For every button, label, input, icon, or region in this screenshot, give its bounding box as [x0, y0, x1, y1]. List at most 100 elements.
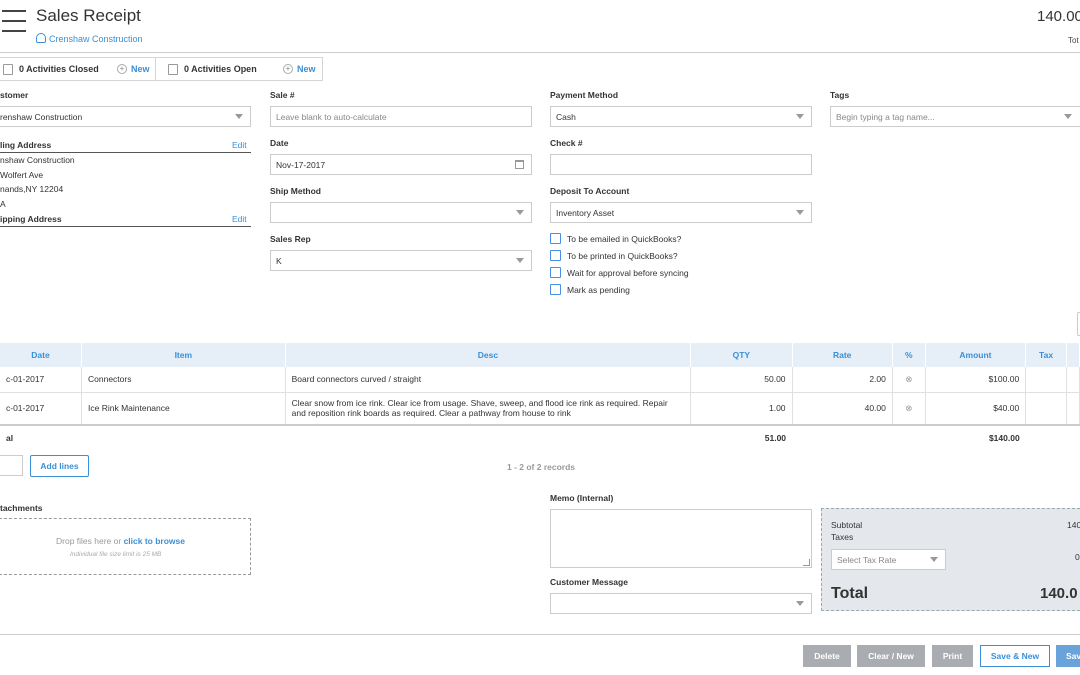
sale-number-label: Sale # [270, 90, 295, 100]
menu-icon[interactable] [2, 10, 26, 38]
customer-label: stomer [0, 90, 29, 100]
chevron-down-icon [796, 114, 804, 119]
cell-amount[interactable]: $40.00 [924, 392, 1027, 426]
col-date-header[interactable]: Date [0, 343, 82, 367]
cell-rate[interactable]: 2.00 [791, 367, 893, 393]
col-desc-header[interactable]: Desc [285, 343, 692, 367]
col-rate-header[interactable]: Rate [792, 343, 893, 367]
tax-rate-select[interactable]: Select Tax Rate [831, 549, 946, 570]
save-new-button[interactable]: Save & New [980, 645, 1050, 667]
checkbox-icon[interactable] [550, 233, 561, 244]
col-tax-header[interactable]: Tax [1025, 343, 1067, 367]
print-button[interactable]: Print [932, 645, 973, 667]
cell-date[interactable]: c-01-2017 [0, 392, 82, 426]
table-row[interactable]: c-01-2017 Ice Rink Maintenance Clear sno… [0, 392, 1080, 426]
header-divider [0, 52, 1080, 53]
browse-link[interactable]: click to browse [124, 536, 185, 546]
cell-item[interactable]: Connectors [81, 367, 286, 393]
checkbox-icon[interactable] [550, 267, 561, 278]
activities-closed-new-link[interactable]: + New [117, 58, 150, 80]
payment-method-select[interactable]: Cash [550, 106, 812, 127]
emailed-checkbox[interactable]: To be emailed in QuickBooks? [550, 231, 689, 246]
mark-pending-checkbox[interactable]: Mark as pending [550, 282, 689, 297]
printed-checkbox[interactable]: To be printed in QuickBooks? [550, 248, 689, 263]
cell-tax[interactable] [1025, 367, 1067, 393]
add-lines-button[interactable]: Add lines [30, 455, 89, 477]
header-total-amount: 140.00 [1037, 8, 1080, 25]
activities-open-label: 0 Activities Open [184, 64, 257, 74]
user-icon [36, 33, 46, 43]
summary-total-value: 140.0 [1040, 585, 1078, 602]
memo-textarea[interactable] [550, 509, 812, 568]
checkbox-icon[interactable] [550, 250, 561, 261]
page-title: Sales Receipt [36, 6, 141, 25]
checkbox-icon[interactable] [550, 284, 561, 295]
check-number-label: Check # [550, 138, 583, 148]
cell-desc[interactable]: Clear snow from ice rink. Clear ice from… [284, 392, 692, 426]
cell-qty[interactable]: 50.00 [690, 367, 793, 393]
document-icon [3, 63, 13, 75]
save-button[interactable]: Sav [1056, 645, 1080, 667]
wait-approval-checkbox[interactable]: Wait for approval before syncing [550, 265, 689, 280]
payment-method-label: Payment Method [550, 90, 619, 100]
deposit-account-select[interactable]: Inventory Asset [550, 202, 812, 223]
discount-toggle-icon[interactable]: ⊗ [891, 367, 926, 393]
activities-open-tab[interactable]: 0 Activities Open + New [155, 57, 323, 81]
total-amount: $140.00 [988, 433, 1020, 443]
customer-link[interactable]: Crenshaw Construction [36, 33, 143, 44]
chevron-down-icon [516, 210, 524, 215]
cell-qty[interactable]: 1.00 [690, 392, 793, 426]
table-row[interactable]: c-01-2017 Connectors Board connectors cu… [0, 367, 1080, 393]
sales-rep-label: Sales Rep [270, 234, 311, 244]
cell-tax[interactable] [1025, 392, 1067, 426]
calendar-icon[interactable] [515, 160, 524, 169]
billing-address: nshaw Construction Wolfert Ave nands,NY … [0, 155, 75, 209]
customer-select[interactable]: renshaw Construction [0, 106, 251, 127]
sale-number-input[interactable]: Leave blank to auto-calculate [270, 106, 532, 127]
chevron-down-icon [1064, 114, 1072, 119]
clear-new-button[interactable]: Clear / New [857, 645, 925, 667]
table-header-row: Date Item Desc QTY Rate % Amount Tax [0, 343, 1080, 367]
chevron-down-icon [516, 258, 524, 263]
ship-method-label: Ship Method [270, 186, 321, 196]
col-percent-header[interactable]: % [892, 343, 926, 367]
customer-message-select[interactable] [550, 593, 812, 614]
total-qty: 51.00 [764, 433, 787, 443]
cell-rate[interactable]: 40.00 [791, 392, 893, 426]
check-number-input[interactable] [550, 154, 812, 175]
tags-input[interactable]: Begin typing a tag name... [830, 106, 1080, 127]
sales-rep-select[interactable]: K [270, 250, 532, 271]
total-row-label: al [6, 433, 14, 443]
summary-total-label: Total [831, 585, 869, 602]
col-extra-header [1066, 343, 1080, 367]
billing-edit-link[interactable]: Edit [232, 140, 247, 150]
activities-open-new-link[interactable]: + New [283, 58, 316, 80]
attachments-dropzone[interactable]: Drop files here or click to browse Indiv… [0, 518, 251, 575]
line-count-input[interactable] [0, 455, 23, 476]
discount-toggle-icon[interactable]: ⊗ [891, 392, 926, 426]
cell-item[interactable]: Ice Rink Maintenance [81, 392, 286, 426]
tax-value: 0 [1075, 552, 1080, 562]
file-size-limit: Individual file size limit is 25 MB [70, 551, 162, 558]
line-items-table: Date Item Desc QTY Rate % Amount Tax c-0… [0, 343, 1080, 450]
chevron-down-icon [930, 557, 938, 562]
options-checkbox-group: To be emailed in QuickBooks? To be print… [550, 231, 689, 297]
ship-method-select[interactable] [270, 202, 532, 223]
cell-extra [1065, 367, 1080, 393]
col-qty-header[interactable]: QTY [690, 343, 793, 367]
cell-amount[interactable]: $100.00 [924, 367, 1027, 393]
cell-desc[interactable]: Board connectors curved / straight [284, 367, 692, 393]
activities-closed-label: 0 Activities Closed [19, 64, 99, 74]
resize-handle-icon[interactable] [803, 559, 810, 566]
date-input[interactable]: Nov-17-2017 [270, 154, 532, 175]
footer-divider [0, 634, 1080, 635]
dropzone-text: Drop files here or click to browse [56, 536, 185, 546]
delete-button[interactable]: Delete [803, 645, 851, 667]
activities-closed-tab[interactable]: 0 Activities Closed + New [0, 57, 156, 81]
col-item-header[interactable]: Item [81, 343, 286, 367]
chevron-down-icon [796, 210, 804, 215]
cell-date[interactable]: c-01-2017 [0, 367, 82, 393]
summary-panel: Subtotal 140. Taxes Select Tax Rate 0 To… [821, 508, 1080, 611]
shipping-edit-link[interactable]: Edit [232, 214, 247, 224]
col-amount-header[interactable]: Amount [925, 343, 1027, 367]
